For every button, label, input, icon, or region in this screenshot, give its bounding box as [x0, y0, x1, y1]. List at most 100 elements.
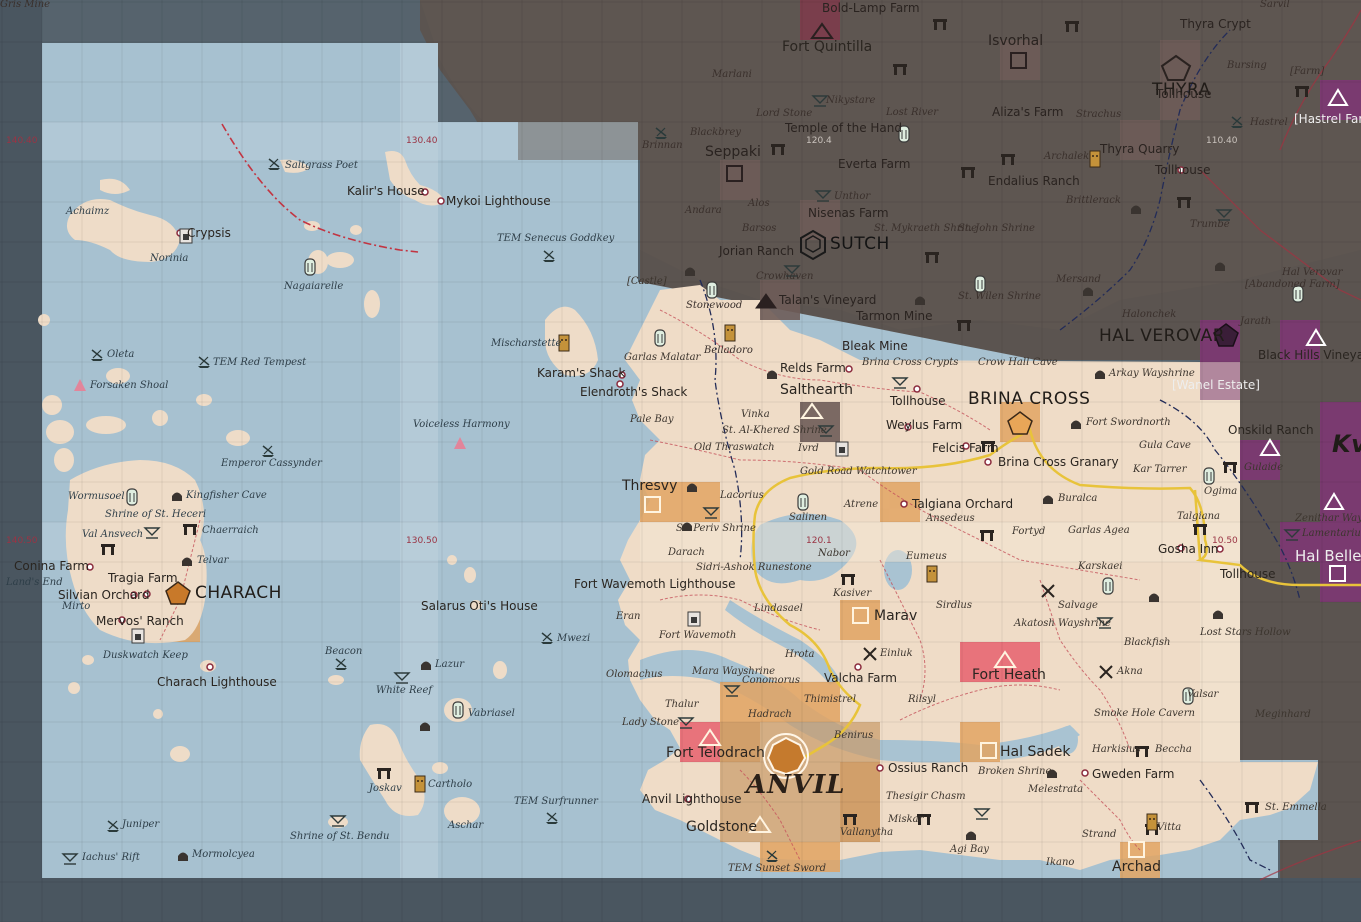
town-label[interactable]: Nisenas Farm	[808, 207, 889, 219]
town-label[interactable]: Fort Wavemoth Lighthouse	[574, 578, 736, 590]
poi-label[interactable]: Ansedeus	[926, 514, 975, 524]
poi-label[interactable]: Nikystare	[826, 96, 875, 106]
poi-label[interactable]: Halonchek	[1122, 310, 1176, 320]
poi-label[interactable]: Fortyd	[1012, 527, 1045, 537]
town-label[interactable]: Goldstone	[686, 820, 757, 834]
poi-label[interactable]: Eumeus	[906, 552, 947, 562]
town-label[interactable]: Tollhouse	[1220, 568, 1276, 580]
town-label[interactable]: Aliza's Farm	[992, 106, 1063, 118]
poi-label[interactable]: Stonewood	[686, 301, 742, 311]
town-label[interactable]: Bleak Mine	[842, 340, 908, 352]
town-label[interactable]: Black Hills Vineyard	[1258, 349, 1361, 361]
poi-label[interactable]: Mwezi	[557, 634, 590, 644]
town-label[interactable]: [Hastrel Farm]	[1294, 113, 1361, 125]
poi-label[interactable]: Fort Swordnorth	[1086, 418, 1171, 428]
poi-label[interactable]: Akna	[1117, 667, 1143, 677]
poi-label[interactable]: Salinen	[789, 513, 827, 523]
poi-label[interactable]: Garlas Agea	[1068, 526, 1130, 536]
town-label[interactable]: Felcis Farm	[932, 442, 999, 454]
town-label[interactable]: Karam's Shack	[537, 367, 625, 379]
poi-label[interactable]: Strachus	[1076, 110, 1121, 120]
poi-label[interactable]: Conomorus	[742, 676, 800, 686]
poi-label[interactable]: Arkay Wayshrine	[1109, 369, 1195, 379]
town-label[interactable]: Tollhouse	[1156, 88, 1212, 100]
poi-label[interactable]: TEM Senecus Goddkey	[497, 234, 614, 244]
poi-label[interactable]: Lacorius	[720, 491, 764, 501]
poi-label[interactable]: [Farm]	[1290, 67, 1324, 77]
poi-label[interactable]: Mormolcyea	[192, 850, 255, 860]
town-label[interactable]: Bold-Lamp Farm	[822, 2, 920, 14]
poi-label[interactable]: Miskar	[888, 815, 923, 825]
poi-label[interactable]: Achaimz	[66, 207, 109, 217]
poi-label[interactable]: Hastrel	[1250, 118, 1288, 128]
poi-label[interactable]: Meginhard	[1255, 710, 1311, 720]
poi-label[interactable]: Vallanytha	[840, 828, 893, 838]
town-label[interactable]: [Wanel Estate]	[1172, 379, 1260, 391]
poi-label[interactable]: Vitta	[1157, 823, 1181, 833]
poi-label[interactable]: Kasiver	[833, 589, 871, 599]
town-label[interactable]: Fort Telodrach	[666, 746, 765, 760]
town-label[interactable]: Fort Quintilla	[782, 40, 872, 54]
city-label[interactable]: Kv	[1332, 432, 1361, 456]
poi-label[interactable]: Telvar	[197, 556, 228, 566]
poi-label[interactable]: Hal Verovar	[1282, 268, 1342, 278]
poi-label[interactable]: Duskwatch Keep	[103, 651, 188, 661]
town-label[interactable]: Charach Lighthouse	[157, 676, 277, 688]
poi-label[interactable]: Zenithar Wayshrine	[1295, 514, 1361, 524]
poi-label[interactable]: Belladoro	[704, 346, 753, 356]
poi-label[interactable]: Einluk	[880, 649, 913, 659]
poi-label[interactable]: Trumbe	[1190, 220, 1230, 230]
poi-label[interactable]: Alos	[748, 199, 770, 209]
world-map[interactable]: 140.40 130.40 140.50 130.50 120.4 110.40…	[0, 0, 1361, 922]
poi-label[interactable]: Buralca	[1058, 494, 1097, 504]
poi-label[interactable]: TEM Red Tempest	[213, 358, 306, 368]
poi-label[interactable]: Nagaiarelle	[284, 282, 343, 292]
poi-label[interactable]: Vabriasel	[468, 709, 515, 719]
poi-label[interactable]: [Castle]	[627, 277, 667, 287]
poi-label[interactable]: Ikano	[1046, 858, 1074, 868]
poi-label[interactable]: Forsaken Shoal	[90, 381, 168, 391]
poi-label[interactable]: Juniper	[122, 820, 159, 830]
poi-label[interactable]: Broken Shrine	[978, 767, 1051, 777]
town-label[interactable]: Weylus Farm	[886, 419, 962, 431]
poi-label[interactable]: Sarvil	[1260, 0, 1290, 10]
poi-label[interactable]: Cartholo	[428, 780, 472, 790]
poi-label[interactable]: Gold Road Watchtower	[800, 467, 917, 477]
poi-label[interactable]: Voiceless Harmony	[413, 420, 510, 430]
town-label[interactable]: Tollhouse	[1155, 164, 1211, 176]
town-label[interactable]: Anvil Lighthouse	[642, 793, 742, 805]
town-label[interactable]: Thyra Crypt	[1180, 18, 1251, 30]
poi-label[interactable]: Gris Mine	[0, 0, 50, 10]
poi-label[interactable]: Rilsyl	[908, 695, 936, 705]
town-label[interactable]: Gosha Inn	[1158, 543, 1218, 555]
town-label[interactable]: Salthearth	[780, 383, 853, 397]
poi-label[interactable]: Jarath	[1240, 317, 1271, 327]
poi-label[interactable]: Archalek	[1044, 152, 1089, 162]
poi-label[interactable]: Akatosh Wayshrine	[1014, 619, 1111, 629]
poi-label[interactable]: Wormusoel	[68, 492, 125, 502]
poi-label[interactable]: Beccha	[1155, 745, 1192, 755]
town-label[interactable]: Hal Sadek	[1000, 745, 1071, 759]
poi-label[interactable]: Lazur	[435, 660, 464, 670]
poi-label[interactable]: Marlani	[712, 70, 752, 80]
capital-label[interactable]: ANVIL	[746, 772, 846, 798]
poi-label[interactable]: Gulaide	[1244, 463, 1283, 473]
poi-label[interactable]: Hadrach	[748, 710, 792, 720]
town-label[interactable]: Kalir's House	[347, 185, 425, 197]
poi-label[interactable]: Pale Bay	[630, 415, 674, 425]
poi-label[interactable]: Brinnan	[642, 141, 683, 151]
town-label[interactable]: Tragia Farm	[108, 572, 178, 584]
poi-label[interactable]: Karskaei	[1078, 562, 1122, 572]
poi-label[interactable]: Lord Stone	[756, 109, 812, 119]
poi-label[interactable]: Talgiana	[1177, 512, 1220, 522]
poi-label[interactable]: Agi Bay	[950, 845, 989, 855]
poi-label[interactable]: St. Periv Shrine	[676, 524, 756, 534]
poi-label[interactable]: TEM Surfrunner	[514, 797, 598, 807]
town-label[interactable]: Isvorhal	[988, 34, 1043, 48]
town-label[interactable]: Temple of the Hand	[785, 122, 902, 134]
town-label[interactable]: Gweden Farm	[1092, 768, 1174, 780]
town-label[interactable]: Tarmon Mine	[856, 310, 933, 322]
poi-label[interactable]: Mersand	[1056, 275, 1101, 285]
poi-label[interactable]: Gula Cave	[1139, 441, 1191, 451]
poi-label[interactable]: Ogima	[1204, 487, 1237, 497]
